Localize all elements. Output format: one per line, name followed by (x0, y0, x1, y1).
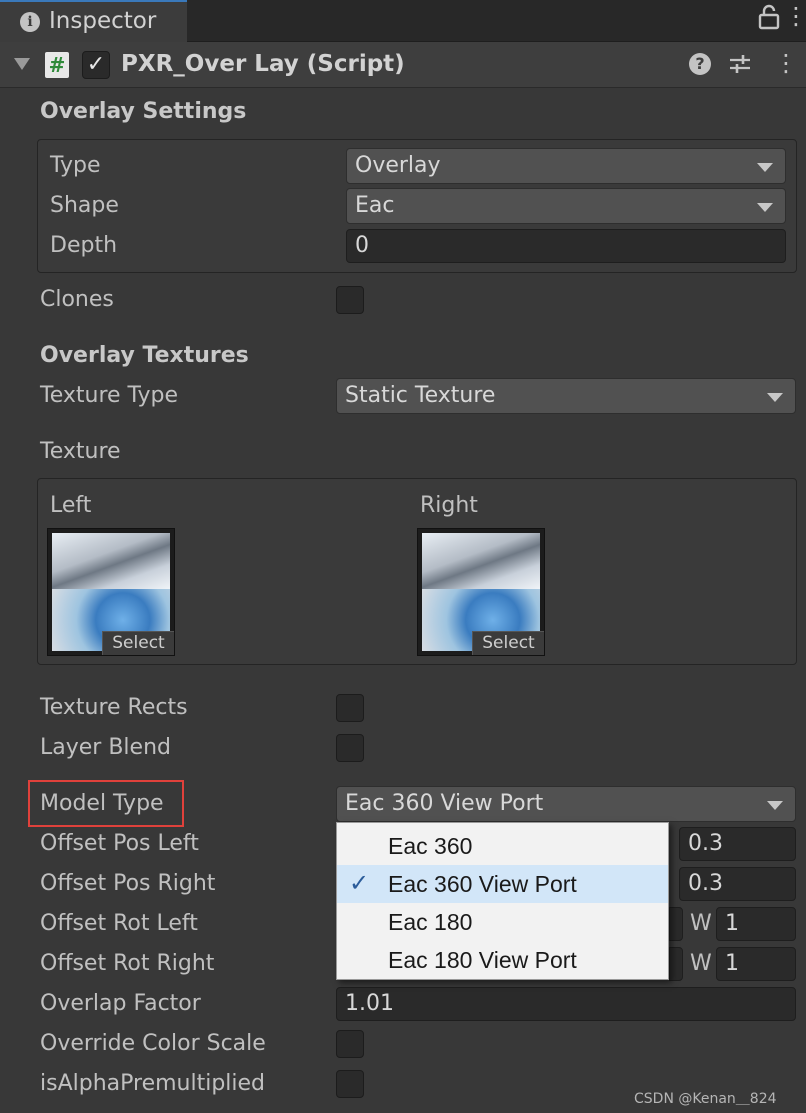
popup-option-label: Eac 360 View Port (388, 871, 577, 897)
texture-type-value: Static Texture (345, 383, 496, 408)
depth-label: Depth (50, 233, 118, 258)
offset-pos-right-label: Offset Pos Right (40, 871, 216, 896)
overlap-factor-field[interactable]: 1.01 (336, 987, 796, 1021)
model-type-dropdown[interactable]: Eac 360 View Port (336, 786, 796, 822)
offset-rot-right-w-label: W (690, 951, 712, 976)
type-label: Type (50, 153, 101, 178)
offset-pos-left-label: Offset Pos Left (40, 831, 199, 856)
popup-option-eac-360-view-port[interactable]: ✓ Eac 360 View Port (337, 865, 668, 903)
type-dropdown[interactable]: Overlay (346, 148, 786, 184)
component-enabled-checkbox[interactable]: ✓ (82, 51, 110, 79)
info-icon: i (20, 12, 40, 32)
type-dropdown-value: Overlay (355, 153, 441, 178)
texture-rects-label: Texture Rects (40, 695, 188, 720)
popup-option-label: Eac 360 (388, 833, 473, 859)
popup-option-label: Eac 180 (388, 909, 473, 935)
offset-pos-left-field[interactable]: 0.3 (679, 827, 796, 861)
popup-option-eac-360[interactable]: Eac 360 (337, 827, 668, 865)
texture-rects-checkbox[interactable] (336, 694, 364, 722)
chevron-down-icon (767, 393, 783, 402)
tab-inspector[interactable]: i Inspector (0, 0, 187, 42)
model-type-popup-menu: Eac 360 ✓ Eac 360 View Port Eac 180 Eac … (336, 822, 669, 980)
clones-label: Clones (40, 287, 114, 312)
offset-rot-right-z-field-edge[interactable] (669, 947, 683, 981)
offset-rot-left-z-field-edge[interactable] (669, 907, 683, 941)
is-alpha-premultiplied-label: isAlphaPremultiplied (40, 1071, 266, 1096)
chevron-down-icon (757, 163, 773, 172)
offset-rot-right-label: Offset Rot Right (40, 951, 215, 976)
lock-icon[interactable] (758, 4, 780, 36)
right-texture-select-button[interactable]: Select (472, 631, 544, 655)
component-menu-icon[interactable]: ⋮ (774, 49, 798, 77)
popup-option-eac-180[interactable]: Eac 180 (337, 903, 668, 941)
offset-rot-right-w-field[interactable]: 1 (716, 947, 796, 981)
tab-title: Inspector (49, 8, 157, 34)
shape-dropdown-value: Eac (355, 193, 395, 218)
override-color-scale-checkbox[interactable] (336, 1030, 364, 1058)
layer-blend-checkbox[interactable] (336, 734, 364, 762)
right-texture-slot[interactable]: Select (417, 528, 545, 656)
offset-rot-left-w-label: W (690, 911, 712, 936)
help-icon[interactable]: ? (689, 53, 711, 75)
popup-option-label: Eac 180 View Port (388, 947, 577, 973)
texture-type-label: Texture Type (40, 383, 179, 408)
right-texture-label: Right (420, 493, 478, 518)
popup-option-eac-180-view-port[interactable]: Eac 180 View Port (337, 941, 668, 979)
texture-type-dropdown[interactable]: Static Texture (336, 378, 796, 414)
left-texture-slot[interactable]: Select (47, 528, 175, 656)
overlay-settings-heading: Overlay Settings (40, 99, 247, 124)
left-texture-label: Left (50, 493, 92, 518)
shape-label: Shape (50, 193, 119, 218)
left-texture-select-button[interactable]: Select (102, 631, 174, 655)
is-alpha-premultiplied-checkbox[interactable] (336, 1070, 364, 1098)
chevron-down-icon (767, 801, 783, 810)
more-options-icon[interactable]: ⋮ (784, 2, 806, 30)
shape-dropdown[interactable]: Eac (346, 188, 786, 224)
checkmark-icon: ✓ (349, 870, 370, 897)
offset-pos-right-field[interactable]: 0.3 (679, 867, 796, 901)
watermark: CSDN @Kenan＿824 (634, 1091, 777, 1107)
texture-label: Texture (40, 439, 121, 464)
model-type-value: Eac 360 View Port (345, 791, 544, 816)
foldout-arrow-icon[interactable] (14, 58, 30, 70)
override-color-scale-label: Override Color Scale (40, 1031, 266, 1056)
layer-blend-label: Layer Blend (40, 735, 171, 760)
offset-rot-left-label: Offset Rot Left (40, 911, 198, 936)
script-icon: # (45, 52, 69, 78)
clones-checkbox[interactable] (336, 286, 364, 314)
depth-field[interactable]: 0 (346, 229, 786, 263)
chevron-down-icon (757, 203, 773, 212)
offset-rot-left-w-field[interactable]: 1 (716, 907, 796, 941)
preset-settings-icon[interactable] (728, 52, 752, 80)
component-title: PXR_Over Lay (Script) (121, 51, 405, 77)
overlay-textures-heading: Overlay Textures (40, 343, 249, 368)
model-type-label: Model Type (40, 791, 164, 816)
overlap-factor-label: Overlap Factor (40, 991, 201, 1016)
